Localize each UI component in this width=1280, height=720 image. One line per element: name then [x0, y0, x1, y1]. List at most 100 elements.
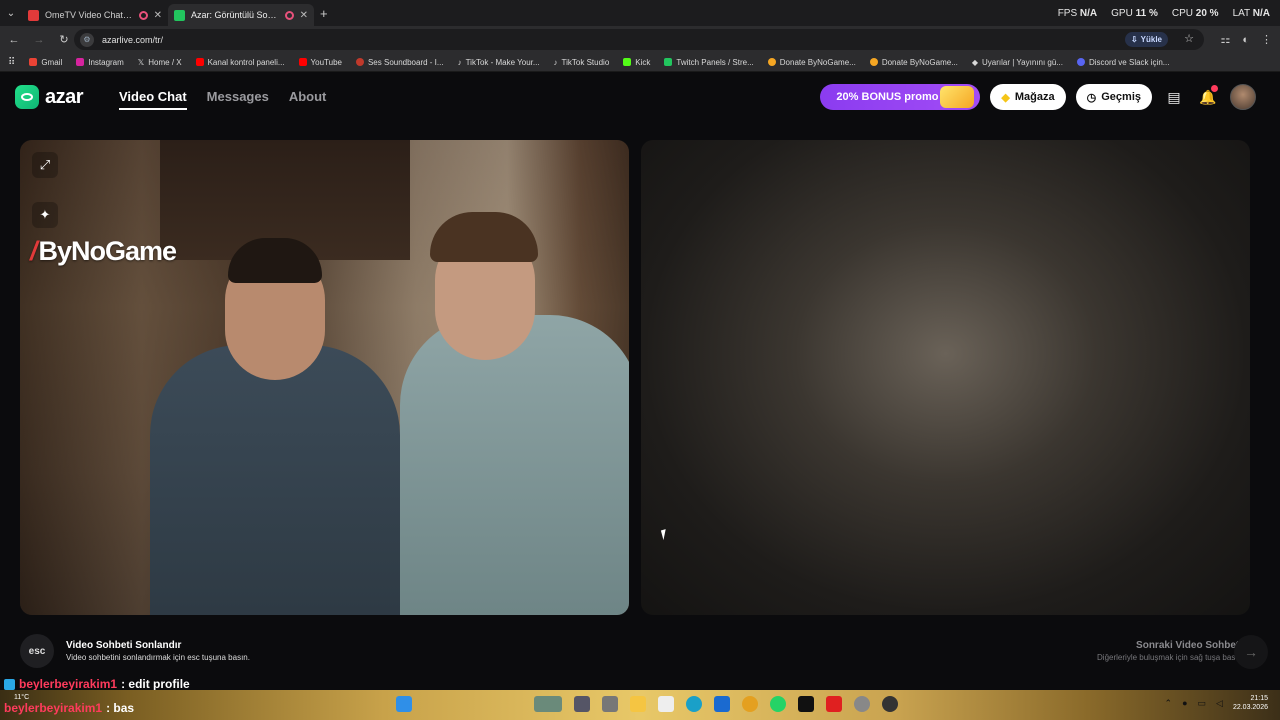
- bookmark-soundboard[interactable]: Ses Soundboard - I...: [355, 58, 444, 67]
- next-arrow-icon[interactable]: →: [1234, 635, 1268, 669]
- file-explorer-icon[interactable]: [630, 696, 646, 712]
- azar-logo[interactable]: azar: [15, 85, 84, 109]
- bookmark-instagram[interactable]: Instagram: [76, 58, 124, 67]
- youtube-icon[interactable]: [826, 696, 842, 712]
- gpu-label: GPU: [1111, 7, 1133, 19]
- end-chat-title: Video Sohbeti Sonlandır: [66, 640, 182, 651]
- whatsapp-icon[interactable]: [770, 696, 786, 712]
- bookmark-donate-2[interactable]: Donate ByNoGame...: [869, 58, 958, 67]
- tab-title: OmeTV Video Chat — Ome: [45, 10, 133, 20]
- outlook-icon[interactable]: [714, 696, 730, 712]
- bookmark-discord[interactable]: Discord ve Slack için...: [1076, 58, 1169, 67]
- expand-icon[interactable]: ⤢: [32, 152, 58, 178]
- close-tab-icon[interactable]: ✕: [300, 10, 308, 21]
- menu-kebab-icon[interactable]: ⋮: [1261, 33, 1272, 46]
- magic-wand-icon[interactable]: ✦: [32, 202, 58, 228]
- network-icon[interactable]: ▭: [1198, 698, 1207, 709]
- soundboard-icon: [355, 58, 364, 66]
- task-view-icon[interactable]: [574, 696, 590, 712]
- bookmark-kick[interactable]: Kick: [623, 58, 650, 67]
- clock[interactable]: 21:15 22.03.2026: [1233, 694, 1268, 712]
- gpu-value: 11 %: [1135, 7, 1158, 19]
- bookmark-star-icon[interactable]: ☆: [1184, 32, 1194, 45]
- tiktok-icon: ♪: [553, 57, 558, 67]
- apps-grid-icon[interactable]: ⠿: [8, 57, 15, 68]
- edge-icon[interactable]: [686, 696, 702, 712]
- gmail-icon: [29, 58, 38, 66]
- end-chat-control[interactable]: esc Video Sohbeti Sonlandır Video sohbet…: [20, 634, 250, 668]
- inbox-icon[interactable]: ▤: [1162, 85, 1186, 109]
- nav-video-chat[interactable]: Video Chat: [119, 89, 187, 110]
- tray-chevron-icon[interactable]: ⌃: [1165, 698, 1173, 709]
- profile-icon[interactable]: ◐: [1242, 34, 1249, 46]
- volume-icon[interactable]: ◁: [1216, 698, 1223, 709]
- youtube-icon: [298, 58, 307, 66]
- fps-label: FPS: [1057, 7, 1078, 19]
- close-tab-icon[interactable]: ✕: [154, 10, 162, 21]
- twitch-panels-icon: [664, 58, 673, 66]
- bonus-promo-button[interactable]: 20% BONUS promo: [820, 84, 981, 110]
- esc-key-button[interactable]: esc: [20, 634, 54, 668]
- remote-video-blurred: [641, 140, 1250, 615]
- history-label: Geçmiş: [1101, 91, 1141, 103]
- weather-widget[interactable]: 11°C: [14, 694, 29, 701]
- bookmark-tiktok-studio[interactable]: ♪ TikTok Studio: [554, 58, 610, 67]
- bynogame-watermark: / ByNoGame: [30, 236, 177, 266]
- bynogame-icon: [869, 58, 878, 66]
- tab-search-chevron-icon[interactable]: ⌄: [0, 0, 22, 26]
- install-app-button[interactable]: ⇩ Yükle: [1124, 32, 1168, 47]
- chrome-icon[interactable]: [742, 696, 758, 712]
- azar-favicon-icon: [174, 9, 185, 21]
- ometv-favicon-icon: [28, 9, 39, 21]
- bookmark-alerts[interactable]: ◆ Uyarılar | Yayınını gü...: [972, 58, 1063, 67]
- new-tab-plus-icon[interactable]: +: [320, 6, 328, 21]
- stream-chat-message: beylerbeyirakim1 : bas: [4, 701, 134, 715]
- bookmark-twitch-panels[interactable]: Twitch Panels / Stre...: [664, 58, 754, 67]
- discord-icon: [1076, 58, 1085, 66]
- main-nav: Video Chat Messages About: [119, 89, 326, 110]
- store-label: Mağaza: [1014, 91, 1055, 103]
- url-text[interactable]: azarlive.com/tr/: [102, 35, 163, 45]
- stream-chat-message: beylerbeyirakim1 : edit profile: [4, 677, 190, 691]
- tab-azar[interactable]: Azar: Görüntülü Sohbet & ✕: [168, 4, 314, 26]
- obs-icon[interactable]: [882, 696, 898, 712]
- header-actions: 20% BONUS promo ◆ Mağaza ◷ Geçmiş ▤ 🔔: [820, 84, 1256, 110]
- tiktok-icon[interactable]: [798, 696, 814, 712]
- avatar[interactable]: [1230, 84, 1256, 110]
- bookmark-x[interactable]: 𝕏 Home / X: [138, 58, 182, 67]
- tab-ometv[interactable]: OmeTV Video Chat — Ome ✕: [22, 4, 168, 26]
- bookmark-gmail[interactable]: Gmail: [29, 58, 62, 67]
- next-chat-hint: Diğerleriyle buluşmak için sağ tuşa bası…: [1097, 653, 1242, 662]
- widgets-icon[interactable]: [602, 696, 618, 712]
- clock-date: 22.03.2026: [1232, 704, 1268, 711]
- performance-overlay: FPS N/A GPU 11 % CPU 20 % LAT N/A: [1058, 0, 1270, 26]
- extensions-icon[interactable]: ⚏: [1220, 33, 1230, 46]
- back-arrow-icon[interactable]: ←: [3, 34, 25, 46]
- clock-time: 21:15: [1250, 695, 1268, 702]
- car-app-icon[interactable]: [534, 696, 562, 712]
- bookmark-youtube-studio[interactable]: Kanal kontrol paneli...: [195, 58, 285, 67]
- bookmark-donate-1[interactable]: Donate ByNoGame...: [767, 58, 856, 67]
- lat-value: N/A: [1252, 7, 1270, 19]
- nav-about[interactable]: About: [289, 89, 327, 110]
- fps-value: N/A: [1079, 7, 1098, 19]
- store-icon[interactable]: [658, 696, 674, 712]
- forward-arrow-icon[interactable]: →: [28, 34, 50, 46]
- address-bar[interactable]: ⚙ azarlive.com/tr/ ⇩ Yükle ☆: [74, 29, 1204, 50]
- next-chat-title: Sonraki Video Sohbeti: [1136, 640, 1242, 651]
- nav-messages[interactable]: Messages: [207, 89, 269, 110]
- next-chat-control[interactable]: Sonraki Video Sohbeti Diğerleriyle buluş…: [1097, 640, 1242, 662]
- bookmark-tiktok[interactable]: ♪ TikTok - Make Your...: [458, 58, 540, 67]
- history-button[interactable]: ◷ Geçmiş: [1075, 84, 1152, 110]
- store-button[interactable]: ◆ Mağaza: [990, 84, 1066, 110]
- chat-message: : edit profile: [121, 677, 190, 691]
- settings-icon[interactable]: [854, 696, 870, 712]
- site-info-icon[interactable]: ⚙: [80, 32, 94, 47]
- gem-icon: ◆: [1001, 91, 1010, 104]
- bookmark-youtube[interactable]: YouTube: [298, 58, 342, 67]
- bell-icon[interactable]: 🔔: [1196, 85, 1220, 109]
- microphone-icon[interactable]: ●: [1182, 698, 1187, 708]
- reload-icon[interactable]: ↻: [53, 33, 75, 46]
- chat-username: beylerbeyirakim1: [4, 701, 103, 715]
- windows-start-icon[interactable]: [396, 696, 412, 712]
